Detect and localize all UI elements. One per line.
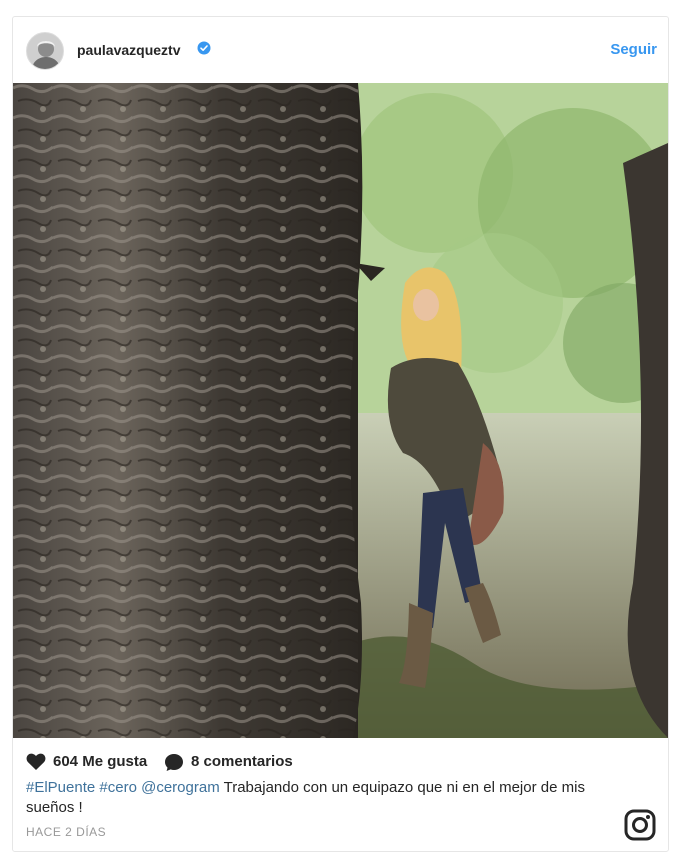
verified-badge-icon	[197, 41, 211, 55]
instagram-logo-icon[interactable]	[624, 809, 656, 841]
post-header: paulavazqueztv Seguir	[13, 17, 668, 83]
likes-count: 604 Me gusta	[53, 753, 148, 770]
post-caption: #ElPuente #cero @cerogram Trabajando con…	[26, 778, 626, 818]
comment-bubble-icon	[165, 754, 183, 771]
username[interactable]: paulavazqueztv	[77, 42, 180, 58]
mention-cerogram[interactable]: @cerogram	[141, 779, 220, 796]
follow-button[interactable]: Seguir	[610, 41, 657, 58]
post-photo[interactable]	[13, 83, 668, 738]
post-timestamp[interactable]: HACE 2 DÍAS	[26, 825, 106, 839]
comments-count: 8 comentarios	[191, 753, 293, 770]
hashtag-elpuente[interactable]: #ElPuente	[26, 779, 95, 796]
avatar[interactable]	[26, 32, 64, 70]
heart-icon	[26, 753, 46, 770]
instagram-embed-card: paulavazqueztv Seguir 604 Me gusta 8 com…	[12, 16, 669, 852]
hashtag-cero[interactable]: #cero	[99, 779, 137, 796]
